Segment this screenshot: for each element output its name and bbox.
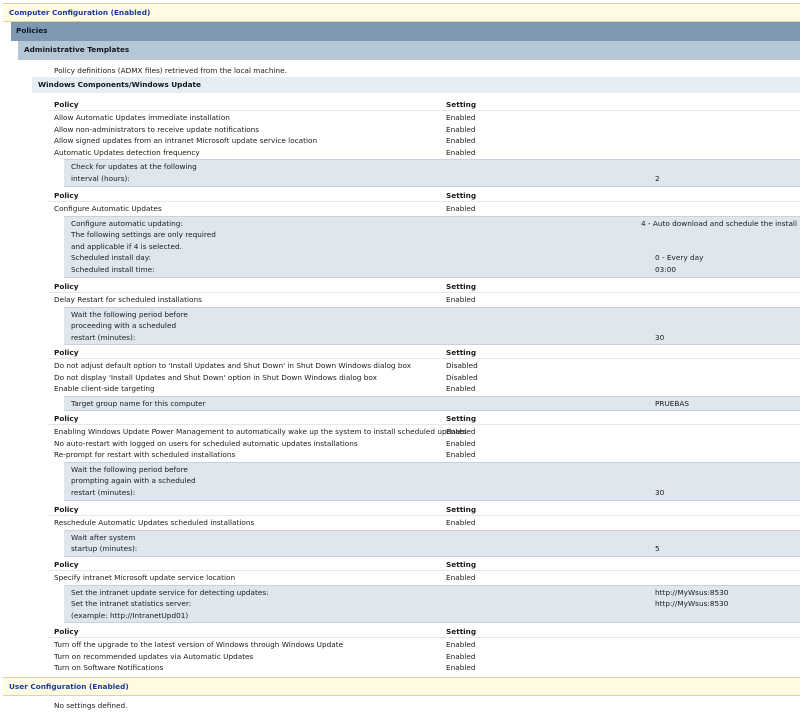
setting-column-header: Setting [446, 560, 477, 569]
detail-value: 30 [655, 488, 665, 497]
policies-header[interactable]: Policies [11, 22, 800, 41]
policy-name: No auto-restart with logged on users for… [54, 438, 358, 448]
policy-column-header: Policy [54, 414, 79, 423]
detail-value: 5 [655, 544, 660, 554]
setting-column-header: Setting [446, 191, 477, 200]
policy-details-panel [64, 529, 800, 557]
detail-label: prompting again with a scheduled [71, 476, 196, 486]
policy-column-header: Policy [54, 560, 79, 569]
admin-templates-title: Administrative Templates [24, 45, 130, 54]
gpo-report: Computer Configuration (Enabled) Policie… [0, 0, 800, 715]
policy-name: Automatic Updates detection frequency [54, 147, 200, 157]
computer-config-title: Computer Configuration (Enabled) [9, 8, 151, 17]
policy-setting: Enabled [446, 573, 476, 582]
detail-label: proceeding with a scheduled [71, 321, 177, 331]
policy-setting: Enabled [446, 427, 476, 436]
user-config-header[interactable]: User Configuration (Enabled) [3, 677, 800, 696]
policy-column-header: Policy [54, 348, 79, 357]
policy-setting: Enabled [446, 450, 476, 460]
policy-name: Do not adjust default option to 'Install… [54, 361, 412, 370]
detail-label: Wait the following period before [71, 309, 188, 319]
policy-name: Allow Automatic Updates immediate instal… [54, 113, 230, 122]
detail-value: 0 - Every day [655, 253, 704, 263]
admin-templates-header[interactable]: Administrative Templates [18, 41, 800, 60]
detail-value: 30 [655, 332, 665, 342]
setting-column-header: Setting [446, 505, 477, 514]
detail-label: Scheduled install day: [71, 253, 151, 263]
detail-label: interval (hours): [71, 174, 130, 183]
detail-label: startup (minutes): [71, 544, 138, 554]
detail-label: Configure automatic updating: [71, 218, 183, 228]
detail-label: The following settings are only required [71, 230, 216, 240]
policy-name: Re-prompt for restart with scheduled ins… [54, 450, 236, 460]
policy-name: Specify intranet Microsoft update servic… [54, 573, 236, 582]
detail-label: Set the intranet statistics server: [71, 599, 192, 609]
detail-label: Target group name for this computer [71, 398, 206, 408]
detail-label: (example: http://IntranetUpd01) [71, 610, 189, 620]
policy-name: Turn on recommended updates via Automati… [54, 651, 254, 661]
policy-setting: Enabled [446, 124, 476, 134]
user-config-title: User Configuration (Enabled) [9, 682, 129, 691]
policy-setting: Enabled [446, 663, 476, 673]
policy-setting: Disabled [446, 372, 478, 382]
detail-label: restart (minutes): [71, 332, 136, 342]
detail-label: and applicable if 4 is selected. [71, 241, 182, 251]
setting-column-header: Setting [446, 627, 477, 636]
setting-column-header: Setting [446, 414, 477, 423]
detail-value: 03:00 [655, 265, 677, 274]
policy-setting: Disabled [446, 361, 478, 370]
policy-column-header: Policy [54, 282, 79, 291]
user-config-note: No settings defined. [54, 701, 128, 710]
policy-name: Turn off the upgrade to the latest versi… [54, 640, 344, 649]
policy-name: Configure Automatic Updates [54, 204, 162, 213]
policy-name: Do not display 'Install Updates and Shut… [54, 372, 377, 382]
detail-label: restart (minutes): [71, 488, 136, 497]
detail-value: PRUEBAS [655, 398, 690, 408]
policy-setting: Enabled [446, 136, 476, 146]
policy-setting: Enabled [446, 295, 476, 304]
policy-setting: Enabled [446, 113, 476, 122]
policy-column-header: Policy [54, 627, 79, 636]
detail-value: http://MyWsus:8530 [655, 587, 729, 597]
policies-title: Policies [16, 26, 48, 35]
detail-label: Set the intranet update service for dete… [71, 587, 269, 597]
policy-setting: Enabled [446, 204, 476, 213]
detail-value: http://MyWsus:8530 [655, 599, 729, 609]
detail-label: Check for updates at the following [71, 162, 197, 172]
policy-setting: Enabled [446, 147, 476, 157]
setting-column-header: Setting [446, 100, 477, 109]
detail-label: Wait the following period before [71, 464, 188, 474]
detail-label: Wait after system [71, 532, 136, 542]
policy-column-header: Policy [54, 100, 79, 109]
policy-name: Delay Restart for scheduled installation… [54, 295, 202, 304]
computer-config-header[interactable]: Computer Configuration (Enabled) [3, 3, 800, 22]
component-title: Windows Components/Windows Update [38, 80, 201, 89]
component-header[interactable]: Windows Components/Windows Update [32, 77, 800, 93]
policy-name: Turn on Software Notifications [54, 663, 164, 673]
setting-column-header: Setting [446, 282, 477, 291]
policy-name: Allow non-administrators to receive upda… [54, 124, 260, 134]
detail-value: 4 - Auto download and schedule the insta… [641, 218, 797, 228]
policy-name: Enabling Windows Update Power Management… [54, 427, 467, 436]
policy-name: Enable client-side targeting [54, 384, 155, 394]
detail-value: 2 [655, 174, 660, 183]
admx-note: Policy definitions (ADMX files) retrieve… [54, 66, 287, 75]
policy-name: Reschedule Automatic Updates scheduled i… [54, 518, 255, 527]
policy-column-header: Policy [54, 505, 79, 514]
policy-column-header: Policy [54, 191, 79, 200]
policy-setting: Enabled [446, 438, 476, 448]
policy-name: Allow signed updates from an intranet Mi… [54, 136, 318, 146]
policy-setting: Enabled [446, 518, 476, 527]
policy-setting: Enabled [446, 651, 476, 661]
policy-setting: Enabled [446, 640, 476, 649]
policy-setting: Enabled [446, 384, 476, 394]
detail-label: Scheduled install time: [71, 265, 155, 274]
setting-column-header: Setting [446, 348, 477, 357]
